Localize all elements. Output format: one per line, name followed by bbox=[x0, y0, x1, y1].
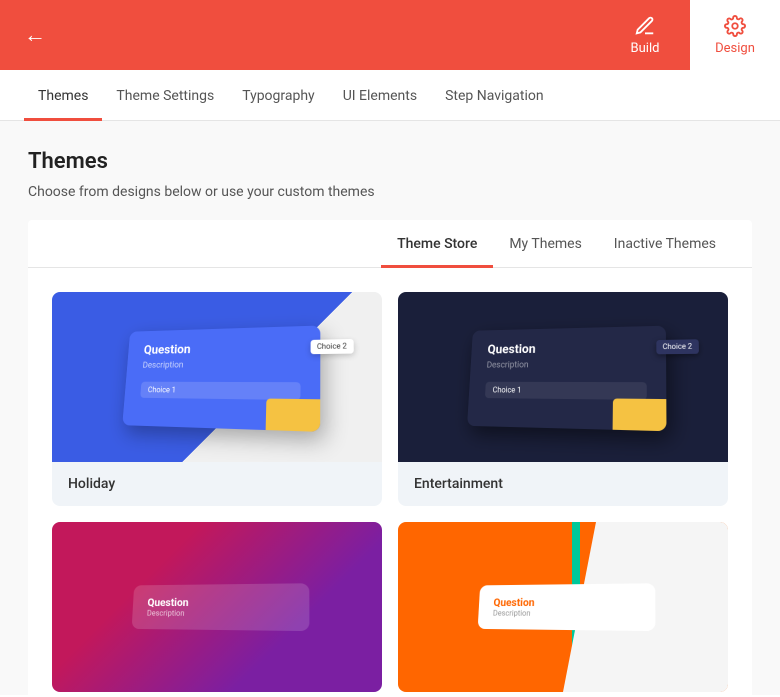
main-content: Themes Choose from designs below or use … bbox=[0, 121, 780, 695]
purple-card: Question Description bbox=[132, 583, 310, 631]
entertainment-name: Entertainment bbox=[398, 462, 728, 506]
purple-question: Question bbox=[147, 596, 292, 609]
build-label: Build bbox=[631, 41, 660, 56]
holiday-back: Back bbox=[139, 403, 300, 416]
page-title: Themes bbox=[28, 149, 752, 174]
entertainment-preview-bg: Choice 2 Question Description Choice 1 B… bbox=[398, 292, 728, 462]
back-button[interactable]: ← bbox=[16, 14, 54, 56]
holiday-choice2: Choice 2 bbox=[310, 338, 353, 353]
theme-tabs: Theme Store My Themes Inactive Themes bbox=[28, 220, 752, 268]
entertainment-card: Choice 2 Question Description Choice 1 B… bbox=[467, 325, 666, 431]
orange-card: Question Description bbox=[478, 583, 656, 631]
orange-question: Question bbox=[493, 596, 638, 609]
ent-choice1: Choice 1 bbox=[485, 381, 647, 399]
theme-card-orange[interactable]: Question Description bbox=[398, 522, 728, 692]
ent-choice2: Choice 2 bbox=[656, 339, 699, 354]
theme-preview-entertainment: Choice 2 Question Description Choice 1 B… bbox=[398, 292, 728, 462]
header-actions: Build Design bbox=[600, 0, 780, 70]
design-label: Design bbox=[715, 41, 755, 56]
purple-preview-bg: Question Description bbox=[52, 522, 382, 692]
holiday-preview-bg: Choice 2 Question Description Choice 1 B… bbox=[52, 292, 382, 462]
theme-grid: Choice 2 Question Description Choice 1 B… bbox=[28, 268, 752, 695]
ent-question: Question bbox=[487, 340, 647, 357]
page-subtitle: Choose from designs below or use your cu… bbox=[28, 184, 752, 200]
holiday-question: Question bbox=[143, 340, 301, 357]
holiday-choice1: Choice 1 bbox=[140, 381, 300, 399]
tab-themes[interactable]: Themes bbox=[24, 70, 102, 121]
theme-grid-wrapper: Choice 2 Question Description Choice 1 B… bbox=[28, 268, 752, 695]
theme-preview-orange: Question Description bbox=[398, 522, 728, 692]
ent-back: BACK bbox=[484, 403, 647, 415]
tab-typography[interactable]: Typography bbox=[228, 70, 328, 121]
ent-desc: Description bbox=[486, 359, 646, 370]
header: ← Build Design bbox=[0, 0, 780, 70]
tab-my-themes[interactable]: My Themes bbox=[493, 220, 597, 268]
holiday-name: Holiday bbox=[52, 462, 382, 506]
tab-theme-store[interactable]: Theme Store bbox=[381, 220, 493, 268]
orange-preview-bg: Question Description bbox=[398, 522, 728, 692]
theme-preview-holiday: Choice 2 Question Description Choice 1 B… bbox=[52, 292, 382, 462]
tab-inactive-themes[interactable]: Inactive Themes bbox=[598, 220, 732, 268]
nav-tabs: Themes Theme Settings Typography UI Elem… bbox=[0, 70, 780, 121]
theme-card-entertainment[interactable]: Choice 2 Question Description Choice 1 B… bbox=[398, 292, 728, 506]
tab-step-navigation[interactable]: Step Navigation bbox=[431, 70, 558, 121]
purple-desc: Description bbox=[147, 609, 293, 618]
tab-theme-settings[interactable]: Theme Settings bbox=[102, 70, 228, 121]
build-button[interactable]: Build bbox=[600, 0, 690, 70]
orange-desc: Description bbox=[493, 609, 639, 618]
theme-card-holiday[interactable]: Choice 2 Question Description Choice 1 B… bbox=[52, 292, 382, 506]
theme-preview-purple: Question Description bbox=[52, 522, 382, 692]
holiday-desc: Description bbox=[142, 359, 300, 370]
holiday-card: Choice 2 Question Description Choice 1 B… bbox=[122, 325, 320, 431]
theme-card-purple[interactable]: Question Description bbox=[52, 522, 382, 692]
design-button[interactable]: Design bbox=[690, 0, 780, 70]
tab-ui-elements[interactable]: UI Elements bbox=[329, 70, 431, 121]
